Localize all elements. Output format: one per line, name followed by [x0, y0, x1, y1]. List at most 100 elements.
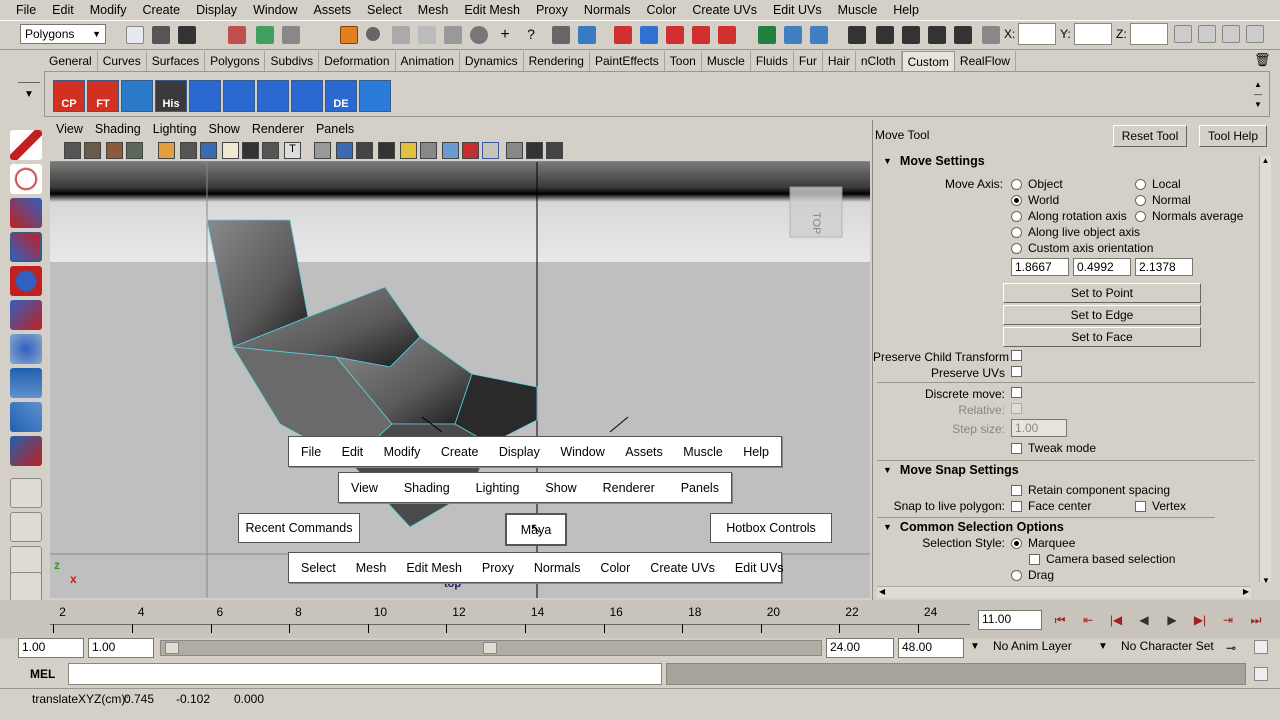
scale-tool-icon[interactable]: [10, 300, 42, 330]
attribute-editor-toggle-icon[interactable]: [1198, 25, 1216, 43]
axis-radio-normals-average[interactable]: Normals average: [1135, 209, 1243, 223]
hotbox-mesh[interactable]: Mesh: [346, 561, 397, 575]
menu-mesh[interactable]: Mesh: [410, 0, 457, 20]
menu-proxy[interactable]: Proxy: [528, 0, 576, 20]
menu-help[interactable]: Help: [885, 0, 927, 20]
hotbox-create-uvs[interactable]: Create UVs: [640, 561, 725, 575]
hotbox-show[interactable]: Show: [535, 481, 586, 495]
shelf-tab-rendering[interactable]: Rendering: [524, 51, 590, 71]
render-view-icon[interactable]: [848, 26, 866, 44]
mel-label[interactable]: MEL: [30, 667, 55, 681]
anim-layer-chevron-icon[interactable]: ▼: [970, 641, 980, 652]
step-back-frame-icon[interactable]: |◀: [1104, 610, 1128, 630]
last-tool-icon[interactable]: [10, 436, 42, 466]
mask-help-icon[interactable]: ?: [522, 26, 540, 44]
shelf-button-ft[interactable]: FT: [87, 80, 119, 112]
viewport-menu-show[interactable]: Show: [203, 120, 246, 138]
snap-grid-icon[interactable]: [614, 26, 632, 44]
hotbox-recent-commands[interactable]: Recent Commands: [238, 513, 360, 543]
shelf-scroll-icon[interactable]: ▲ — ▼: [1254, 80, 1262, 110]
menu-file[interactable]: File: [8, 0, 44, 20]
tweak-mode-checkbox[interactable]: Tweak mode: [1011, 441, 1096, 455]
current-frame-field[interactable]: 11.00: [978, 610, 1042, 630]
mask-point-icon[interactable]: [366, 27, 380, 41]
render-settings-icon[interactable]: [928, 26, 946, 44]
select-object-icon[interactable]: [256, 26, 274, 44]
shadows-icon[interactable]: [420, 142, 437, 159]
menu-color[interactable]: Color: [638, 0, 684, 20]
shelf-tab-surfaces[interactable]: Surfaces: [147, 51, 206, 71]
isolate-select-icon[interactable]: [462, 142, 479, 159]
make-live-icon[interactable]: [718, 26, 736, 44]
start-time-field[interactable]: 1.00: [18, 638, 84, 658]
key-icon[interactable]: ⊸: [1226, 641, 1236, 655]
safe-action-icon[interactable]: [262, 142, 279, 159]
shelf-tab-toon[interactable]: Toon: [665, 51, 702, 71]
z-field[interactable]: [1130, 23, 1168, 45]
hotbox-window[interactable]: Window: [550, 445, 614, 459]
go-to-start-icon[interactable]: ⏮: [1048, 610, 1072, 630]
menu-edit-mesh[interactable]: Edit Mesh: [456, 0, 528, 20]
gate-mask-icon[interactable]: [222, 142, 239, 159]
trash-icon[interactable]: 🗑: [1254, 52, 1271, 68]
mask-joint-icon[interactable]: [470, 26, 488, 44]
shelf-tab-custom[interactable]: Custom: [901, 51, 955, 71]
hotbox-muscle[interactable]: Muscle: [673, 445, 733, 459]
shelf-tab-fluids[interactable]: Fluids: [751, 51, 794, 71]
range-slider-left-handle[interactable]: [165, 642, 179, 654]
select-hierarchy-icon[interactable]: [228, 26, 246, 44]
snap-point-icon[interactable]: [666, 26, 684, 44]
shelf-button-tool-6[interactable]: [223, 80, 255, 112]
orientation-x-field[interactable]: 1.8667: [1011, 258, 1069, 276]
output-ops-icon[interactable]: [784, 26, 802, 44]
show-manipulator-icon[interactable]: [10, 402, 42, 432]
preserve-uvs-checkbox[interactable]: [1011, 366, 1028, 377]
menu-set-dropdown[interactable]: Polygons ▼: [20, 24, 106, 44]
set-to-point-button[interactable]: Set to Point: [1003, 283, 1201, 303]
hardware-texturing-icon[interactable]: [526, 142, 543, 159]
hypershade-icon[interactable]: [954, 26, 972, 44]
highlight-selection-icon[interactable]: [578, 26, 596, 44]
menu-assets[interactable]: Assets: [306, 0, 360, 20]
four-view-layout-icon[interactable]: [10, 512, 42, 542]
rotate-tool-icon[interactable]: [10, 266, 42, 296]
shelf-tab-animation[interactable]: Animation: [396, 51, 460, 71]
shelf-button-tool-10[interactable]: [359, 80, 391, 112]
vertical-scrollbar[interactable]: ▲ ▼: [1259, 156, 1272, 585]
playback-end-field[interactable]: 24.00: [826, 638, 894, 658]
universal-manipulator-icon[interactable]: [10, 334, 42, 364]
shelf-tab-polygons[interactable]: Polygons: [205, 51, 266, 71]
range-slider[interactable]: [160, 640, 822, 656]
shelf-tab-curves[interactable]: Curves: [98, 51, 147, 71]
shelf-button-tool-3[interactable]: [121, 80, 153, 112]
hotbox-normals[interactable]: Normals: [524, 561, 591, 575]
textured-icon[interactable]: [378, 142, 395, 159]
shelf-tab-ncloth[interactable]: nCloth: [856, 51, 902, 71]
snap-view-plane-icon[interactable]: [692, 26, 710, 44]
hotbox-select[interactable]: Select: [291, 561, 346, 575]
construction-history-icon[interactable]: [810, 26, 828, 44]
common-selection-section[interactable]: ▼ Common Selection Options: [877, 517, 1215, 535]
set-to-edge-button[interactable]: Set to Edge: [1003, 305, 1201, 325]
play-forwards-icon[interactable]: ▶: [1160, 610, 1184, 630]
viewport-menu-view[interactable]: View: [50, 120, 89, 138]
reset-tool-button[interactable]: Reset Tool: [1113, 125, 1187, 147]
scroll-down-icon[interactable]: ▼: [1260, 576, 1272, 585]
lasso-tool-icon[interactable]: [10, 164, 42, 194]
viewport-menu-panels[interactable]: Panels: [310, 120, 360, 138]
shelf-tab-fur[interactable]: Fur: [794, 51, 823, 71]
horizontal-scrollbar[interactable]: ◀ ▶: [877, 586, 1251, 598]
channel-box-toggle-icon[interactable]: [1246, 25, 1264, 43]
discrete-move-checkbox[interactable]: [1011, 387, 1028, 398]
y-field[interactable]: [1074, 23, 1112, 45]
hotbox-shading[interactable]: Shading: [394, 481, 460, 495]
scroll-right-icon[interactable]: ▶: [1243, 587, 1249, 596]
camera-tool-icon[interactable]: [546, 142, 563, 159]
film-gate-icon[interactable]: [180, 142, 197, 159]
shelf-tab-dynamics[interactable]: Dynamics: [460, 51, 524, 71]
script-editor-icon[interactable]: [1254, 667, 1268, 681]
axis-radio-along-live-object-axis[interactable]: Along live object axis: [1011, 225, 1140, 239]
range-slider-right-handle[interactable]: [483, 642, 497, 654]
mask-curve-icon[interactable]: [392, 26, 410, 44]
hotbox-view[interactable]: View: [341, 481, 388, 495]
